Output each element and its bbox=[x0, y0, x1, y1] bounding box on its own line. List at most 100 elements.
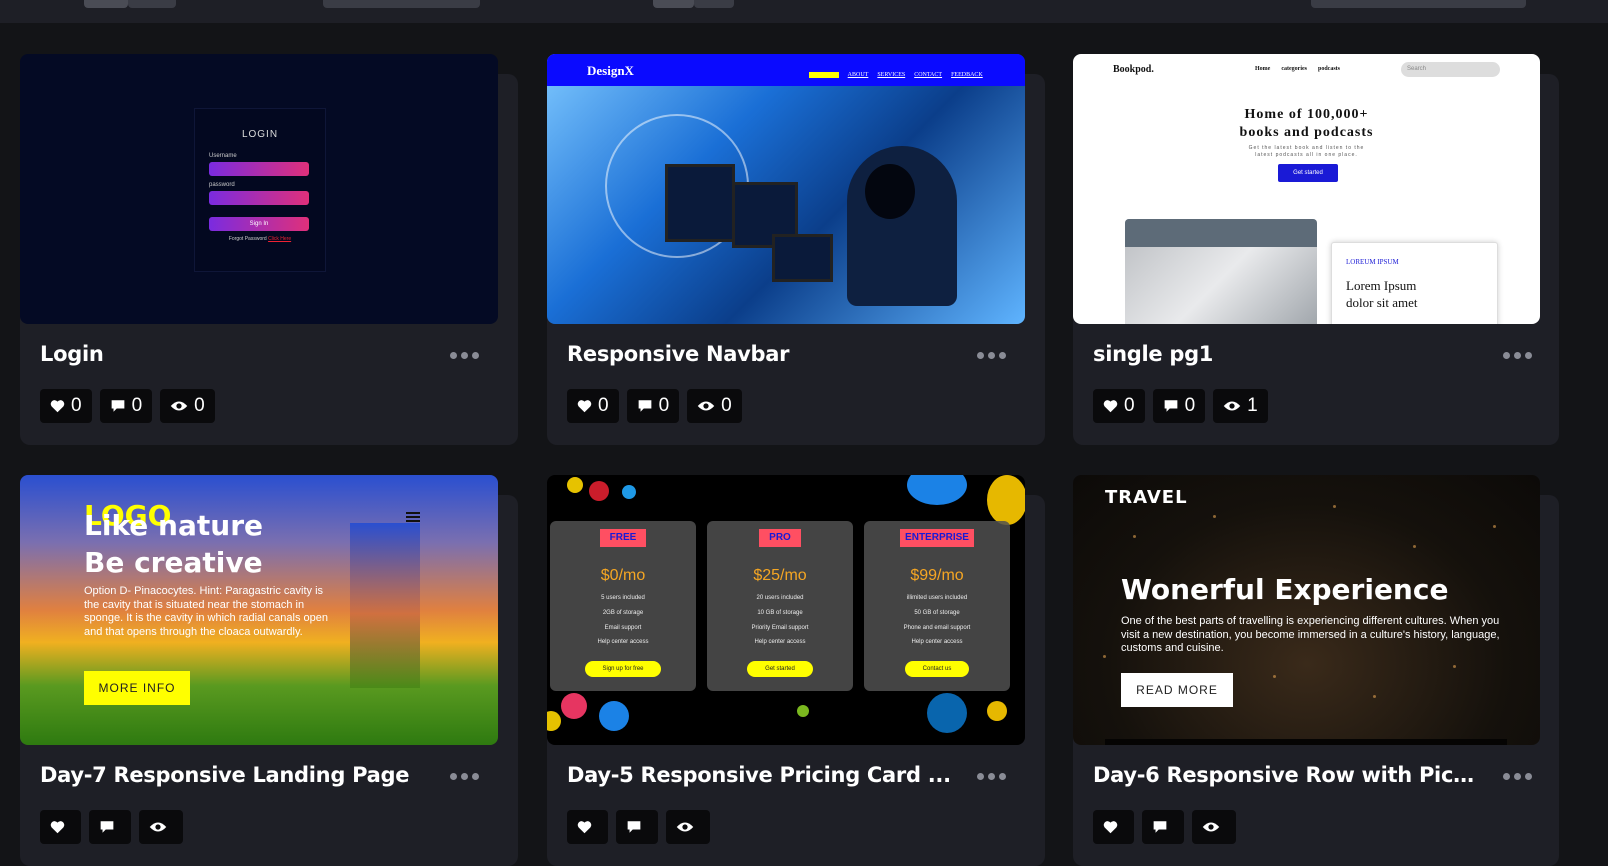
preview-bubble bbox=[561, 693, 587, 719]
preview-link: ABOUT bbox=[847, 72, 869, 78]
project-card-day7-landing[interactable]: LOGO Like nature Be creative Option D- P… bbox=[20, 475, 518, 866]
like-stat[interactable]: 0 bbox=[567, 389, 619, 423]
preview-bubble bbox=[907, 475, 967, 505]
like-stat[interactable] bbox=[1093, 810, 1134, 844]
preview-bubble bbox=[599, 701, 629, 731]
plan-tag: PRO bbox=[759, 529, 801, 547]
comment-stat[interactable]: 0 bbox=[626, 389, 680, 423]
more-dots-icon[interactable] bbox=[1503, 773, 1532, 780]
top-button-left[interactable] bbox=[84, 0, 128, 8]
view-count: 1 bbox=[1247, 395, 1258, 416]
plan-feature: Email support bbox=[604, 625, 642, 631]
project-card-day6-travel[interactable]: TRAVEL Wonerful Experience One of the be… bbox=[1073, 475, 1571, 866]
project-card-login[interactable]: LOGIN Username password Sign In Forgot P… bbox=[20, 54, 518, 445]
view-stat[interactable]: 0 bbox=[687, 389, 742, 423]
plan-price: $0/mo bbox=[600, 567, 646, 584]
top-button-right[interactable] bbox=[653, 0, 694, 8]
top-button-far-right[interactable] bbox=[1311, 0, 1526, 8]
view-stat[interactable]: 0 bbox=[160, 389, 215, 423]
view-stat[interactable] bbox=[1192, 810, 1236, 844]
more-dots-icon[interactable] bbox=[1503, 352, 1532, 359]
like-stat[interactable] bbox=[567, 810, 608, 844]
preview-heading: Like nature Be creative bbox=[84, 509, 263, 579]
preview-bubble bbox=[589, 481, 609, 501]
more-dots-icon[interactable] bbox=[977, 773, 1006, 780]
preview-info-card: LOREUM IPSUM Lorem Ipsum dolor sit amet bbox=[1331, 242, 1498, 324]
plan-cta: Contact us bbox=[905, 661, 969, 677]
top-button-left-2[interactable] bbox=[128, 0, 176, 8]
preview-plan-free: FREE $0/mo 5 users included 2GB of stora… bbox=[550, 521, 696, 691]
view-count: 0 bbox=[721, 395, 732, 416]
preview-plan-pro: PRO $25/mo 20 users included 10 GB of st… bbox=[707, 521, 853, 691]
card-preview[interactable]: TRAVEL Wonerful Experience One of the be… bbox=[1073, 475, 1540, 745]
top-button-mid[interactable] bbox=[323, 0, 480, 8]
preview-get-started-button: Get started bbox=[1278, 164, 1338, 182]
plan-price: $99/mo bbox=[910, 567, 964, 584]
project-card-single-pg1[interactable]: Bookpod. Home categories podcasts Search… bbox=[1073, 54, 1571, 445]
project-card-responsive-navbar[interactable]: DesignX HOME ABOUT SERVICES CONTACT FEED… bbox=[547, 54, 1045, 445]
comment-stat[interactable]: 0 bbox=[1152, 389, 1206, 423]
more-dots-icon[interactable] bbox=[977, 352, 1006, 359]
preview-lantern bbox=[1413, 545, 1416, 548]
eye-icon bbox=[149, 822, 167, 832]
card-preview[interactable]: LOGIN Username password Sign In Forgot P… bbox=[20, 54, 498, 324]
plan-feature: illimited users included bbox=[906, 595, 968, 601]
card-title[interactable]: Day-7 Responsive Landing Page bbox=[40, 763, 430, 787]
view-stat[interactable] bbox=[666, 810, 710, 844]
card-stats bbox=[1093, 810, 1236, 844]
eye-icon bbox=[170, 401, 188, 411]
preview-lantern bbox=[1103, 655, 1106, 658]
preview-link: categories bbox=[1281, 66, 1307, 72]
preview-more-info-button: MORE INFO bbox=[84, 671, 190, 705]
preview-bubble bbox=[987, 475, 1025, 525]
plan-price: $25/mo bbox=[753, 567, 807, 584]
view-stat[interactable] bbox=[139, 810, 183, 844]
card-preview[interactable]: Bookpod. Home categories podcasts Search… bbox=[1073, 54, 1540, 324]
like-stat[interactable]: 0 bbox=[1093, 389, 1145, 423]
preview-link: HOME bbox=[809, 72, 839, 78]
preview-monitor bbox=[665, 164, 735, 242]
preview-subtext: Get the latest book and listen to the la… bbox=[1248, 145, 1365, 158]
preview-heading: Home of 100,000+ books and podcasts bbox=[1239, 107, 1374, 140]
card-preview[interactable]: LOGO Like nature Be creative Option D- P… bbox=[20, 475, 498, 745]
plan-feature: Help center access bbox=[754, 639, 806, 645]
more-dots-icon[interactable] bbox=[450, 773, 479, 780]
preview-bubble bbox=[567, 477, 583, 493]
comment-count: 0 bbox=[658, 395, 670, 416]
like-stat[interactable]: 0 bbox=[40, 389, 92, 423]
comment-stat[interactable] bbox=[1142, 810, 1184, 844]
preview-side-image bbox=[350, 523, 420, 688]
preview-lantern bbox=[1453, 665, 1456, 668]
card-title[interactable]: Responsive Navbar bbox=[567, 342, 957, 366]
like-stat[interactable] bbox=[40, 810, 81, 844]
preview-card-label: LOREUM IPSUM bbox=[1346, 258, 1399, 266]
heart-icon bbox=[50, 400, 65, 413]
more-dots-icon[interactable] bbox=[450, 352, 479, 359]
card-preview[interactable]: DesignX HOME ABOUT SERVICES CONTACT FEED… bbox=[547, 54, 1025, 324]
comment-icon bbox=[1164, 400, 1177, 412]
preview-paragraph: Option D- Pinacocytes. Hint: Paragastric… bbox=[84, 585, 328, 638]
view-stat[interactable]: 1 bbox=[1213, 389, 1268, 423]
comment-stat[interactable]: 0 bbox=[99, 389, 153, 423]
preview-lantern bbox=[1333, 505, 1336, 508]
preview-nav-links: HOME ABOUT SERVICES CONTACT FEEDBACK bbox=[809, 72, 983, 78]
preview-bubble bbox=[547, 711, 561, 731]
preview-brand: TRAVEL bbox=[1105, 487, 1188, 508]
card-title[interactable]: Day-5 Responsive Pricing Card ... bbox=[567, 763, 957, 787]
card-title[interactable]: Login bbox=[40, 342, 430, 366]
card-title[interactable]: Day-6 Responsive Row with Pict... bbox=[1093, 763, 1483, 787]
plan-feature: 5 users included bbox=[601, 595, 645, 601]
card-title[interactable]: single pg1 bbox=[1093, 342, 1483, 366]
preview-nav-links: Home categories podcasts bbox=[1255, 66, 1340, 72]
comment-stat[interactable] bbox=[616, 810, 658, 844]
heart-icon bbox=[577, 400, 592, 413]
heart-icon bbox=[577, 821, 592, 834]
preview-link: Home bbox=[1255, 66, 1271, 72]
plan-feature: Help center access bbox=[911, 639, 963, 645]
preview-signin-button: Sign In bbox=[209, 217, 309, 231]
project-card-day5-pricing[interactable]: FREE $0/mo 5 users included 2GB of stora… bbox=[547, 475, 1045, 866]
card-preview[interactable]: FREE $0/mo 5 users included 2GB of stora… bbox=[547, 475, 1025, 745]
top-button-right-2[interactable] bbox=[694, 0, 734, 8]
comment-stat[interactable] bbox=[89, 810, 131, 844]
comment-icon bbox=[111, 400, 124, 412]
